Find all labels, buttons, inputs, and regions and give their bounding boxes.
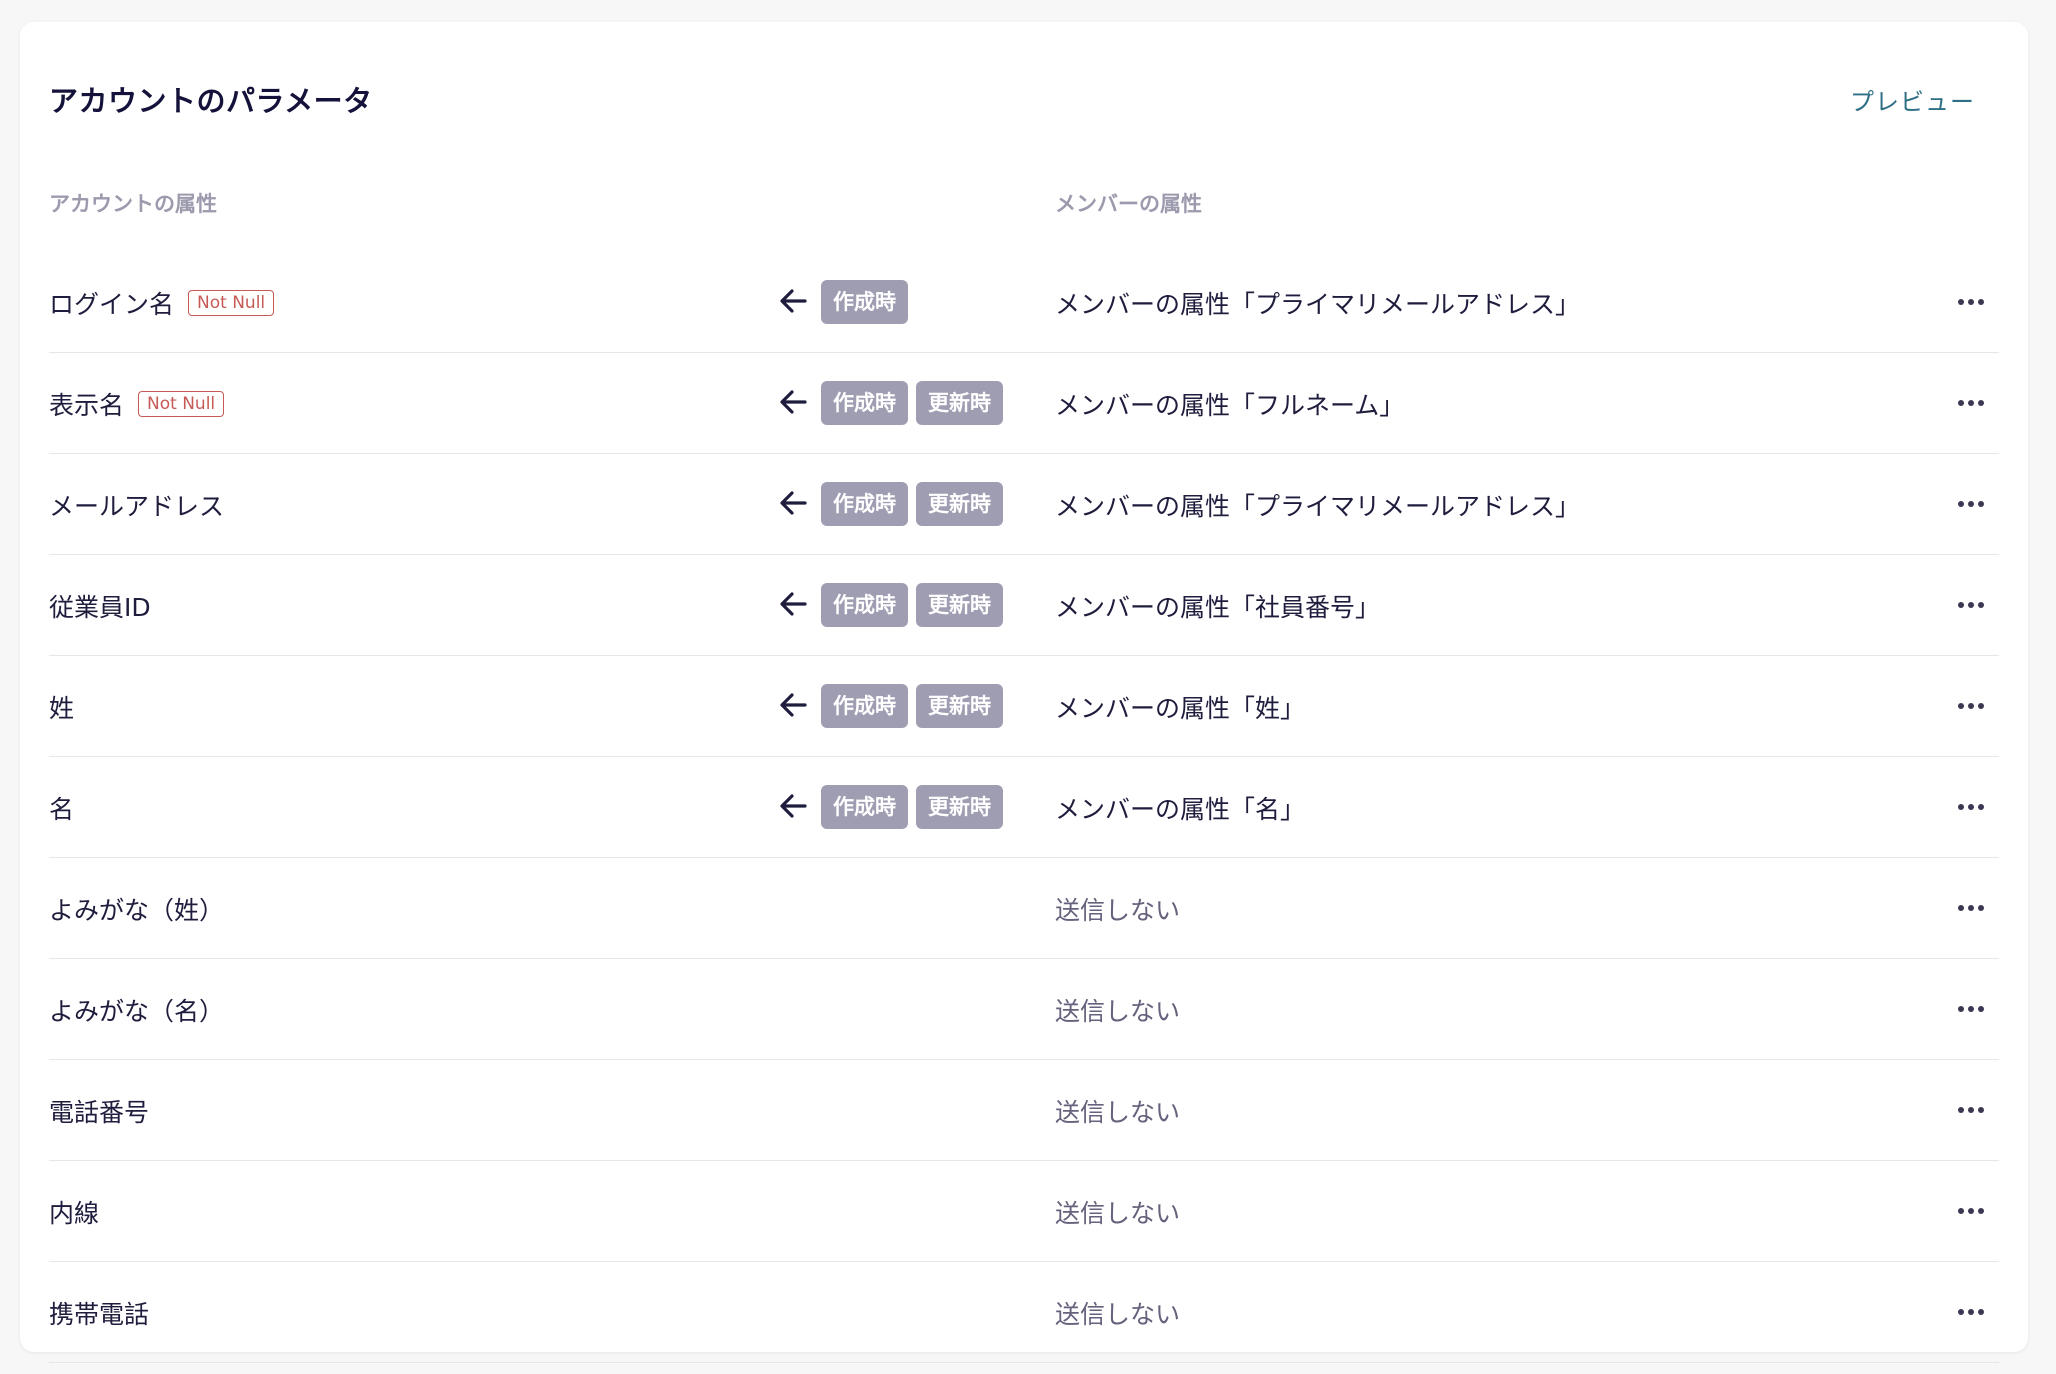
column-header-account-attr: アカウントの属性 [49, 192, 217, 216]
member-attr-value: メンバーの属性「名」 [1055, 795, 1306, 824]
account-attr-label: メールアドレス [49, 492, 225, 521]
account-attr-label: 名 [49, 795, 75, 824]
sync-timing-badges: 作成時 [821, 280, 908, 324]
account-attr-label: よみがな（名） [49, 997, 225, 1026]
account-attr-cell: 携帯電話 [49, 1295, 149, 1331]
mapping-row: 携帯電話 送信しない [49, 1262, 1999, 1363]
account-attr-label: 電話番号 [49, 1098, 150, 1127]
account-attr-cell: 従業員ID [49, 588, 151, 624]
arrow-left-icon [777, 787, 809, 825]
account-attr-label: 内線 [49, 1199, 100, 1228]
arrow-left-icon [777, 484, 809, 522]
update-timing-badge: 更新時 [916, 785, 1003, 829]
sync-timing-badges: 作成時 更新時 [821, 785, 1003, 829]
account-attr-label: 姓 [49, 694, 75, 723]
account-attr-cell: よみがな（姓） [49, 891, 224, 927]
more-options-icon[interactable] [1951, 787, 1991, 827]
mapping-row: 従業員ID 作成時 更新時 メンバーの属性「社員番号」 [49, 555, 1999, 656]
account-parameters-card: アカウントのパラメータ プレビュー アカウントの属性 メンバーの属性 ログイン名… [20, 22, 2028, 1363]
update-timing-badge: 更新時 [916, 482, 1003, 526]
account-attr-label: よみがな（姓） [49, 896, 225, 925]
update-timing-badge: 更新時 [916, 583, 1003, 627]
arrow-left-icon [777, 383, 809, 421]
more-options-icon[interactable] [1951, 989, 1991, 1029]
member-attr-value: メンバーの属性「プライマリメールアドレス」 [1055, 290, 1581, 319]
account-attr-label: ログイン名 [49, 290, 175, 319]
mapping-row: 表示名 Not Null 作成時 更新時 メンバーの属性「フルネーム」 [49, 353, 1999, 454]
create-timing-badge: 作成時 [821, 280, 908, 324]
sync-timing-badges: 作成時 更新時 [821, 684, 1003, 728]
more-options-icon[interactable] [1951, 1292, 1991, 1332]
mapping-row: ログイン名 Not Null 作成時 メンバーの属性「プライマリメールアドレス」 [49, 252, 1999, 353]
mapping-row: メールアドレス 作成時 更新時 メンバーの属性「プライマリメールアドレス」 [49, 454, 1999, 555]
more-options-icon[interactable] [1951, 1191, 1991, 1231]
more-options-icon[interactable] [1951, 484, 1991, 524]
member-attr-value: 送信しない [1055, 997, 1181, 1026]
sync-timing-badges: 作成時 更新時 [821, 583, 1003, 627]
more-options-icon[interactable] [1951, 383, 1991, 423]
account-attr-cell: 内線 [49, 1194, 99, 1230]
member-attr-value: メンバーの属性「フルネーム」 [1055, 391, 1405, 420]
preview-link[interactable]: プレビュー [1850, 82, 1975, 117]
account-attr-cell: よみがな（名） [49, 992, 224, 1028]
member-attr-value: 送信しない [1055, 1098, 1181, 1127]
account-attr-cell: 姓 [49, 689, 74, 725]
create-timing-badge: 作成時 [821, 381, 908, 425]
member-attr-value: メンバーの属性「プライマリメールアドレス」 [1055, 492, 1581, 521]
member-attr-value: 送信しない [1055, 1199, 1181, 1228]
mapping-row: よみがな（姓） 送信しない [49, 858, 1999, 959]
not-null-badge: Not Null [138, 391, 225, 417]
mapping-row: 姓 作成時 更新時 メンバーの属性「姓」 [49, 656, 1999, 757]
card-header: アカウントのパラメータ プレビュー [49, 74, 1999, 134]
account-attr-label: 表示名 [49, 391, 125, 420]
create-timing-badge: 作成時 [821, 785, 908, 829]
mapping-row: 電話番号 送信しない [49, 1060, 1999, 1161]
account-attr-cell: メールアドレス [49, 487, 224, 523]
more-options-icon[interactable] [1951, 282, 1991, 322]
more-options-icon[interactable] [1951, 686, 1991, 726]
member-attr-value: メンバーの属性「社員番号」 [1055, 593, 1381, 622]
more-options-icon[interactable] [1951, 585, 1991, 625]
create-timing-badge: 作成時 [821, 482, 908, 526]
account-attr-cell: 表示名 Not Null [49, 386, 225, 422]
update-timing-badge: 更新時 [916, 684, 1003, 728]
attribute-mapping-list: ログイン名 Not Null 作成時 メンバーの属性「プライマリメールアドレス」… [49, 252, 1999, 1363]
member-attr-value: 送信しない [1055, 896, 1181, 925]
account-attr-label: 携帯電話 [49, 1300, 150, 1329]
column-header-member-attr: メンバーの属性 [1055, 192, 1202, 216]
account-attr-cell: ログイン名 Not Null [49, 285, 275, 321]
more-options-icon[interactable] [1951, 888, 1991, 928]
column-headers: アカウントの属性 メンバーの属性 [49, 188, 1999, 228]
arrow-left-icon [777, 585, 809, 623]
mapping-row: 名 作成時 更新時 メンバーの属性「名」 [49, 757, 1999, 858]
create-timing-badge: 作成時 [821, 583, 908, 627]
create-timing-badge: 作成時 [821, 684, 908, 728]
sync-timing-badges: 作成時 更新時 [821, 482, 1003, 526]
member-attr-value: 送信しない [1055, 1300, 1181, 1329]
update-timing-badge: 更新時 [916, 381, 1003, 425]
mapping-row: 内線 送信しない [49, 1161, 1999, 1262]
more-options-icon[interactable] [1951, 1090, 1991, 1130]
member-attr-value: メンバーの属性「姓」 [1055, 694, 1306, 723]
arrow-left-icon [777, 282, 809, 320]
arrow-left-icon [777, 686, 809, 724]
account-attr-cell: 電話番号 [49, 1093, 149, 1129]
mapping-row: よみがな（名） 送信しない [49, 959, 1999, 1060]
not-null-badge: Not Null [188, 290, 275, 316]
sync-timing-badges: 作成時 更新時 [821, 381, 1003, 425]
account-attr-label: 従業員ID [49, 593, 151, 622]
account-attr-cell: 名 [49, 790, 74, 826]
page-title: アカウントのパラメータ [49, 84, 373, 118]
